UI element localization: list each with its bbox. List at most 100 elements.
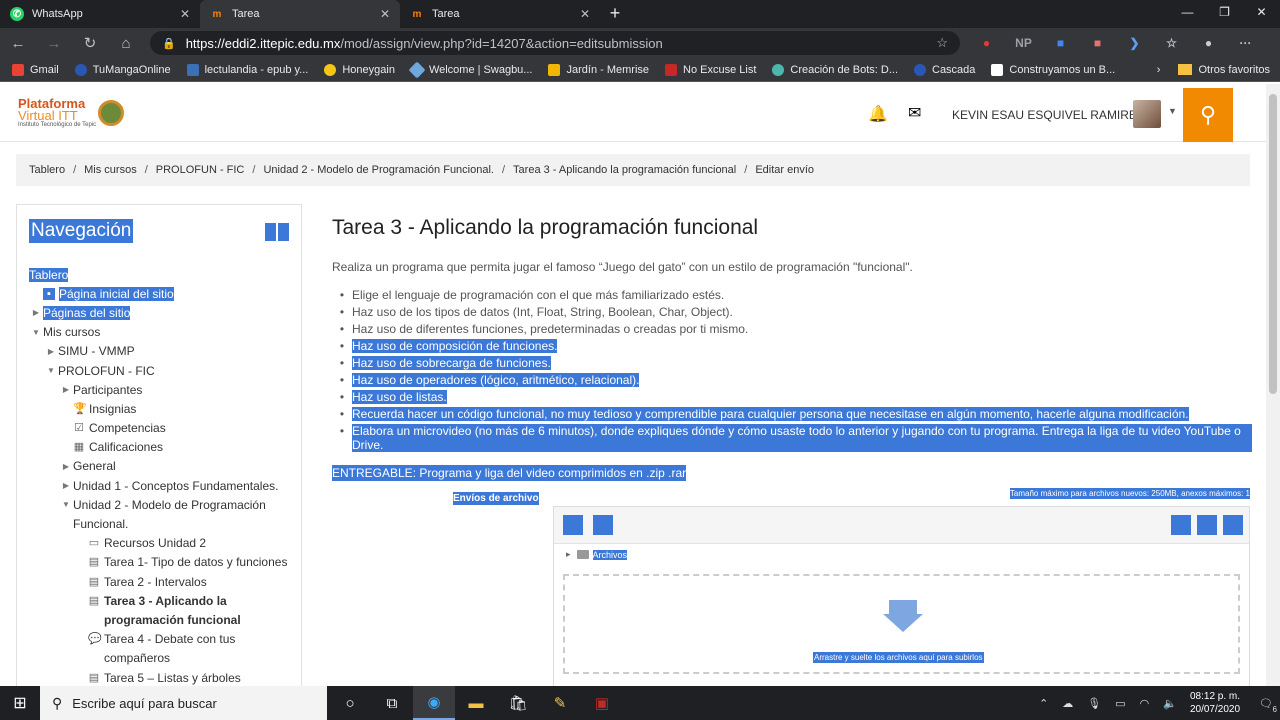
- drop-zone[interactable]: Arrastre y suelte los archivos aquí para…: [563, 574, 1240, 674]
- bookmark-bots[interactable]: Creación de Bots: D...: [772, 63, 898, 76]
- avatar[interactable]: [1133, 100, 1161, 128]
- extension-arrow-icon[interactable]: ❯: [1116, 36, 1153, 50]
- cortana-icon[interactable]: ○: [329, 686, 371, 720]
- bookmark-honeygain[interactable]: Honeygain: [324, 63, 395, 76]
- block-dock-icon[interactable]: [265, 223, 276, 241]
- onedrive-icon[interactable]: ☁: [1062, 697, 1073, 710]
- bookmark-gmail[interactable]: Gmail: [12, 63, 59, 76]
- breadcrumb-item[interactable]: PROLOFUN - FIC: [156, 164, 245, 176]
- nav-tree-item[interactable]: ▤ Tarea 1- Tipo de datos y funciones: [29, 553, 289, 572]
- maximize-icon[interactable]: ❐: [1206, 0, 1243, 28]
- volume-icon[interactable]: 🔈: [1163, 697, 1177, 710]
- nav-tree-item[interactable]: ▼ Unidad 2 - Modelo de Programación: [29, 495, 289, 514]
- nav-tree-item[interactable]: ☑ Competencias: [29, 419, 289, 438]
- chevron-right-icon[interactable]: ›: [1157, 64, 1161, 76]
- profile-icon[interactable]: ●: [1190, 36, 1227, 50]
- nav-tree-item[interactable]: ▶ General: [29, 457, 289, 476]
- reload-icon[interactable]: ↻: [72, 34, 108, 52]
- folder-label[interactable]: Archivos: [592, 549, 628, 560]
- taskbar-search-input[interactable]: ⚲ Escribe aquí para buscar: [40, 686, 327, 720]
- nav-tree-item[interactable]: Funcional.: [29, 514, 289, 533]
- chevron-right-icon[interactable]: ▶: [59, 462, 73, 471]
- nav-tree-item[interactable]: compañeros: [29, 649, 289, 668]
- chevron-down-icon[interactable]: ▼: [29, 328, 43, 337]
- notifications-icon[interactable]: 🗨 6: [1259, 697, 1277, 714]
- nav-tree-item[interactable]: ▼ Mis cursos: [29, 323, 289, 342]
- nav-tree-item[interactable]: ▶ Unidad 1 - Conceptos Fundamentales.: [29, 476, 289, 495]
- nav-tree-item[interactable]: ▶ Participantes: [29, 380, 289, 399]
- nav-tree-item[interactable]: ▶ SIMU - VMMP: [29, 342, 289, 361]
- nav-tree-item[interactable]: Tablero: [29, 265, 289, 284]
- notepad-icon[interactable]: ✎: [539, 686, 581, 720]
- chevron-up-icon[interactable]: ⌃: [1039, 697, 1048, 710]
- page-scrollbar[interactable]: [1266, 84, 1280, 686]
- nav-tree-item[interactable]: programación funcional: [29, 610, 289, 629]
- bookmark-memrise[interactable]: Jardín - Memrise: [548, 63, 649, 76]
- view-tree-icon[interactable]: [1223, 515, 1243, 535]
- search-button[interactable]: ⚲: [1183, 88, 1233, 142]
- window-close-icon[interactable]: ✕: [1243, 0, 1280, 28]
- mail-icon[interactable]: ✉: [908, 103, 921, 123]
- store-icon[interactable]: 🛍: [497, 686, 539, 720]
- close-icon[interactable]: ✕: [380, 7, 390, 21]
- close-icon[interactable]: ✕: [580, 7, 590, 21]
- bookmark-lectulandia[interactable]: lectulandia - epub y...: [186, 63, 308, 76]
- file-explorer-icon[interactable]: ▬: [455, 686, 497, 720]
- favorites-icon[interactable]: ☆: [1153, 36, 1190, 50]
- site-logo[interactable]: Plataforma Virtual ITT Instituto Tecnoló…: [18, 97, 125, 128]
- other-bookmarks[interactable]: › Otros favoritos: [1157, 64, 1270, 76]
- extension-pdf-icon[interactable]: ■: [1079, 36, 1116, 50]
- chevron-right-icon[interactable]: ▶: [59, 385, 73, 394]
- nav-tree-item[interactable]: ▤ Tarea 2 - Intervalos: [29, 572, 289, 591]
- breadcrumb-item[interactable]: Mis cursos: [84, 164, 137, 176]
- task-view-icon[interactable]: ⧉: [371, 686, 413, 720]
- wifi-icon[interactable]: ◠: [1140, 697, 1150, 710]
- nav-tree-item[interactable]: 🏆 Insignias: [29, 399, 289, 418]
- user-name[interactable]: KEVIN ESAU ESQUIVEL RAMIREZ: [952, 108, 1144, 122]
- translate-icon[interactable]: ■: [1042, 36, 1079, 50]
- block-menu-icon[interactable]: [278, 223, 289, 241]
- view-details-icon[interactable]: [1197, 515, 1217, 535]
- chevron-right-icon[interactable]: ▶: [59, 481, 73, 490]
- chevron-right-icon[interactable]: ▶: [29, 308, 43, 317]
- browser-tab-tarea[interactable]: m Tarea ✕: [400, 0, 600, 28]
- back-icon[interactable]: ←: [0, 35, 36, 52]
- nav-tree-item[interactable]: ▤ Tarea 3 - Aplicando la: [29, 591, 289, 610]
- taskbar-clock[interactable]: 08:12 p. m. 20/07/2020: [1190, 690, 1240, 716]
- scrollbar-thumb[interactable]: [1269, 94, 1277, 394]
- minimize-icon[interactable]: —: [1169, 0, 1206, 28]
- bell-icon[interactable]: 🔔: [868, 104, 888, 124]
- nav-tree-item[interactable]: ▦ Calificaciones: [29, 438, 289, 457]
- create-folder-icon[interactable]: [593, 515, 613, 535]
- url-field[interactable]: 🔒 https://eddi2.ittepic.edu.mx /mod/assi…: [150, 31, 960, 55]
- breadcrumb-item[interactable]: Tablero: [29, 164, 65, 176]
- nav-tree-item[interactable]: ▪ Página inicial del sitio: [29, 284, 289, 303]
- chevron-right-icon[interactable]: ▶: [44, 347, 58, 356]
- forward-icon[interactable]: →: [36, 35, 72, 52]
- home-icon[interactable]: ⌂: [108, 35, 144, 52]
- browser-tab-whatsapp[interactable]: ✆ WhatsApp ✕: [0, 0, 200, 28]
- bookmark-star-icon[interactable]: ☆: [936, 35, 948, 51]
- chevron-down-icon[interactable]: ▼: [44, 366, 58, 375]
- nav-tree-item[interactable]: ▭ Recursos Unidad 2: [29, 534, 289, 553]
- extension-np-icon[interactable]: NP: [1005, 36, 1042, 50]
- bookmark-swagbucks[interactable]: Welcome | Swagbu...: [408, 61, 532, 78]
- edge-icon[interactable]: ◉: [413, 686, 455, 720]
- block-actions[interactable]: [265, 223, 289, 241]
- extension-red-icon[interactable]: ●: [968, 36, 1005, 50]
- recorder-icon[interactable]: ▣: [581, 686, 623, 720]
- microphone-icon[interactable]: 🎙: [1087, 697, 1101, 710]
- breadcrumb-item[interactable]: Tarea 3 - Aplicando la programación func…: [513, 164, 736, 176]
- nav-tree-item[interactable]: ▤ Tarea 5 – Listas y árboles: [29, 668, 289, 686]
- windows-start-icon[interactable]: ⊞: [0, 693, 40, 713]
- chevron-down-icon[interactable]: ▼: [59, 500, 73, 509]
- view-icons-icon[interactable]: [1171, 515, 1191, 535]
- menu-icon[interactable]: ···: [1227, 36, 1264, 50]
- bookmark-construyamos[interactable]: Construyamos un B...: [991, 63, 1115, 76]
- chevron-down-icon[interactable]: ▼: [1168, 106, 1177, 116]
- nav-tree-item[interactable]: ▶ Páginas del sitio: [29, 303, 289, 322]
- battery-icon[interactable]: ▭: [1115, 697, 1125, 710]
- bookmark-cascada[interactable]: Cascada: [914, 63, 975, 76]
- add-file-icon[interactable]: [563, 515, 583, 535]
- browser-tab-tarea-active[interactable]: m Tarea ✕: [200, 0, 400, 28]
